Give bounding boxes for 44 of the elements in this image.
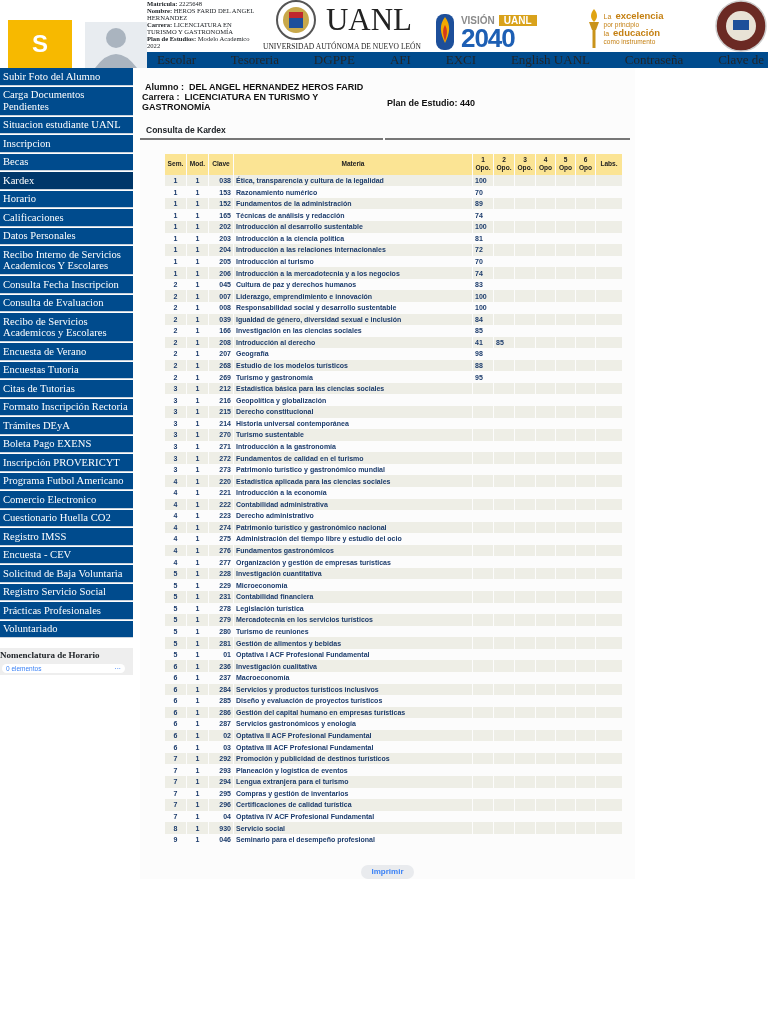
sidebar-item[interactable]: Subir Foto del Alumno [0, 68, 133, 86]
sidebar-item[interactable]: Situacion estudiante UANL [0, 116, 133, 134]
sidebar-item[interactable]: Consulta de Evaluacion [0, 294, 133, 312]
torch-icon [586, 8, 601, 50]
study-plan: Plan de Estudio: 440 [387, 98, 476, 110]
motto-text: excelencia [615, 12, 664, 20]
vision-label: VISIÓN [460, 14, 495, 26]
sidebar-item[interactable]: Boleta Pago EXENS [0, 435, 133, 453]
sidebar-item[interactable]: Horario [0, 190, 133, 208]
sidebar-item[interactable]: Calificaciones [0, 209, 133, 227]
vision-year: 2040 [460, 25, 515, 50]
sidebar-item[interactable]: Solicitud de Baja Voluntaria [0, 565, 133, 583]
flame-emblem-icon [434, 13, 455, 51]
sidebar-item[interactable]: Registro Servicio Social [0, 583, 133, 601]
student-name: Alumno : DEL ANGEL HERNANDEZ HEROS FARID [144, 82, 365, 92]
sidebar-item[interactable]: Recibo Interno de Servicios Academicos Y Escolares [0, 246, 133, 275]
sidebar-item[interactable]: Inscripción PROVERICYT [0, 454, 133, 472]
sidebar-item[interactable]: Encuesta de Verano [0, 343, 133, 361]
avatar-placeholder [85, 22, 147, 68]
sidebar-item[interactable]: Consulta Fecha Inscripcion [0, 276, 133, 294]
legend-title: Nomenclatura de Horario [0, 649, 101, 662]
uanl-badge: UANL [498, 14, 537, 26]
sidebar-item[interactable]: Citas de Tutorias [0, 380, 133, 398]
sidebar-item[interactable]: Datos Personales [0, 227, 133, 245]
university-name: UANL [325, 4, 412, 36]
sidebar-item[interactable]: Becas [0, 153, 133, 171]
sidebar-item[interactable]: Kardex [0, 172, 133, 190]
motto-text: educación [613, 29, 661, 37]
sidebar-item[interactable]: Prácticas Profesionales [0, 602, 133, 620]
sidebar-item[interactable]: Recibo de Servicios Academicos y Escolares [0, 313, 133, 342]
sidebar-item[interactable]: Encuesta - CEV [0, 546, 133, 564]
sidebar-item[interactable]: Trámites DEyA [0, 417, 133, 435]
sidebar-item[interactable]: Carga Documentos Pendientes [0, 86, 133, 116]
sidebar-item[interactable]: Formato Inscripción Rectoria [0, 398, 133, 416]
sidebar-item[interactable]: Cuestionario Huella CO2 [0, 509, 133, 527]
sidebar-item[interactable]: Inscripcion [0, 135, 133, 153]
sidebar-item[interactable]: Programa Futbol Americano [0, 472, 133, 490]
career: Carrera : LICENCIATURA EN TURISMO Y GASTRONOMÍA [142, 92, 320, 112]
app-logo-tile: S [8, 20, 72, 68]
sidebar-item[interactable]: Comercio Electronico [0, 491, 133, 509]
section-title: Consulta de Kardex [146, 124, 227, 137]
sidebar-item[interactable]: Voluntariado [0, 620, 133, 638]
sidebar-item[interactable]: Registro IMSS [0, 528, 133, 546]
sidebar-item[interactable]: Encuestas Tutoria [0, 361, 133, 379]
